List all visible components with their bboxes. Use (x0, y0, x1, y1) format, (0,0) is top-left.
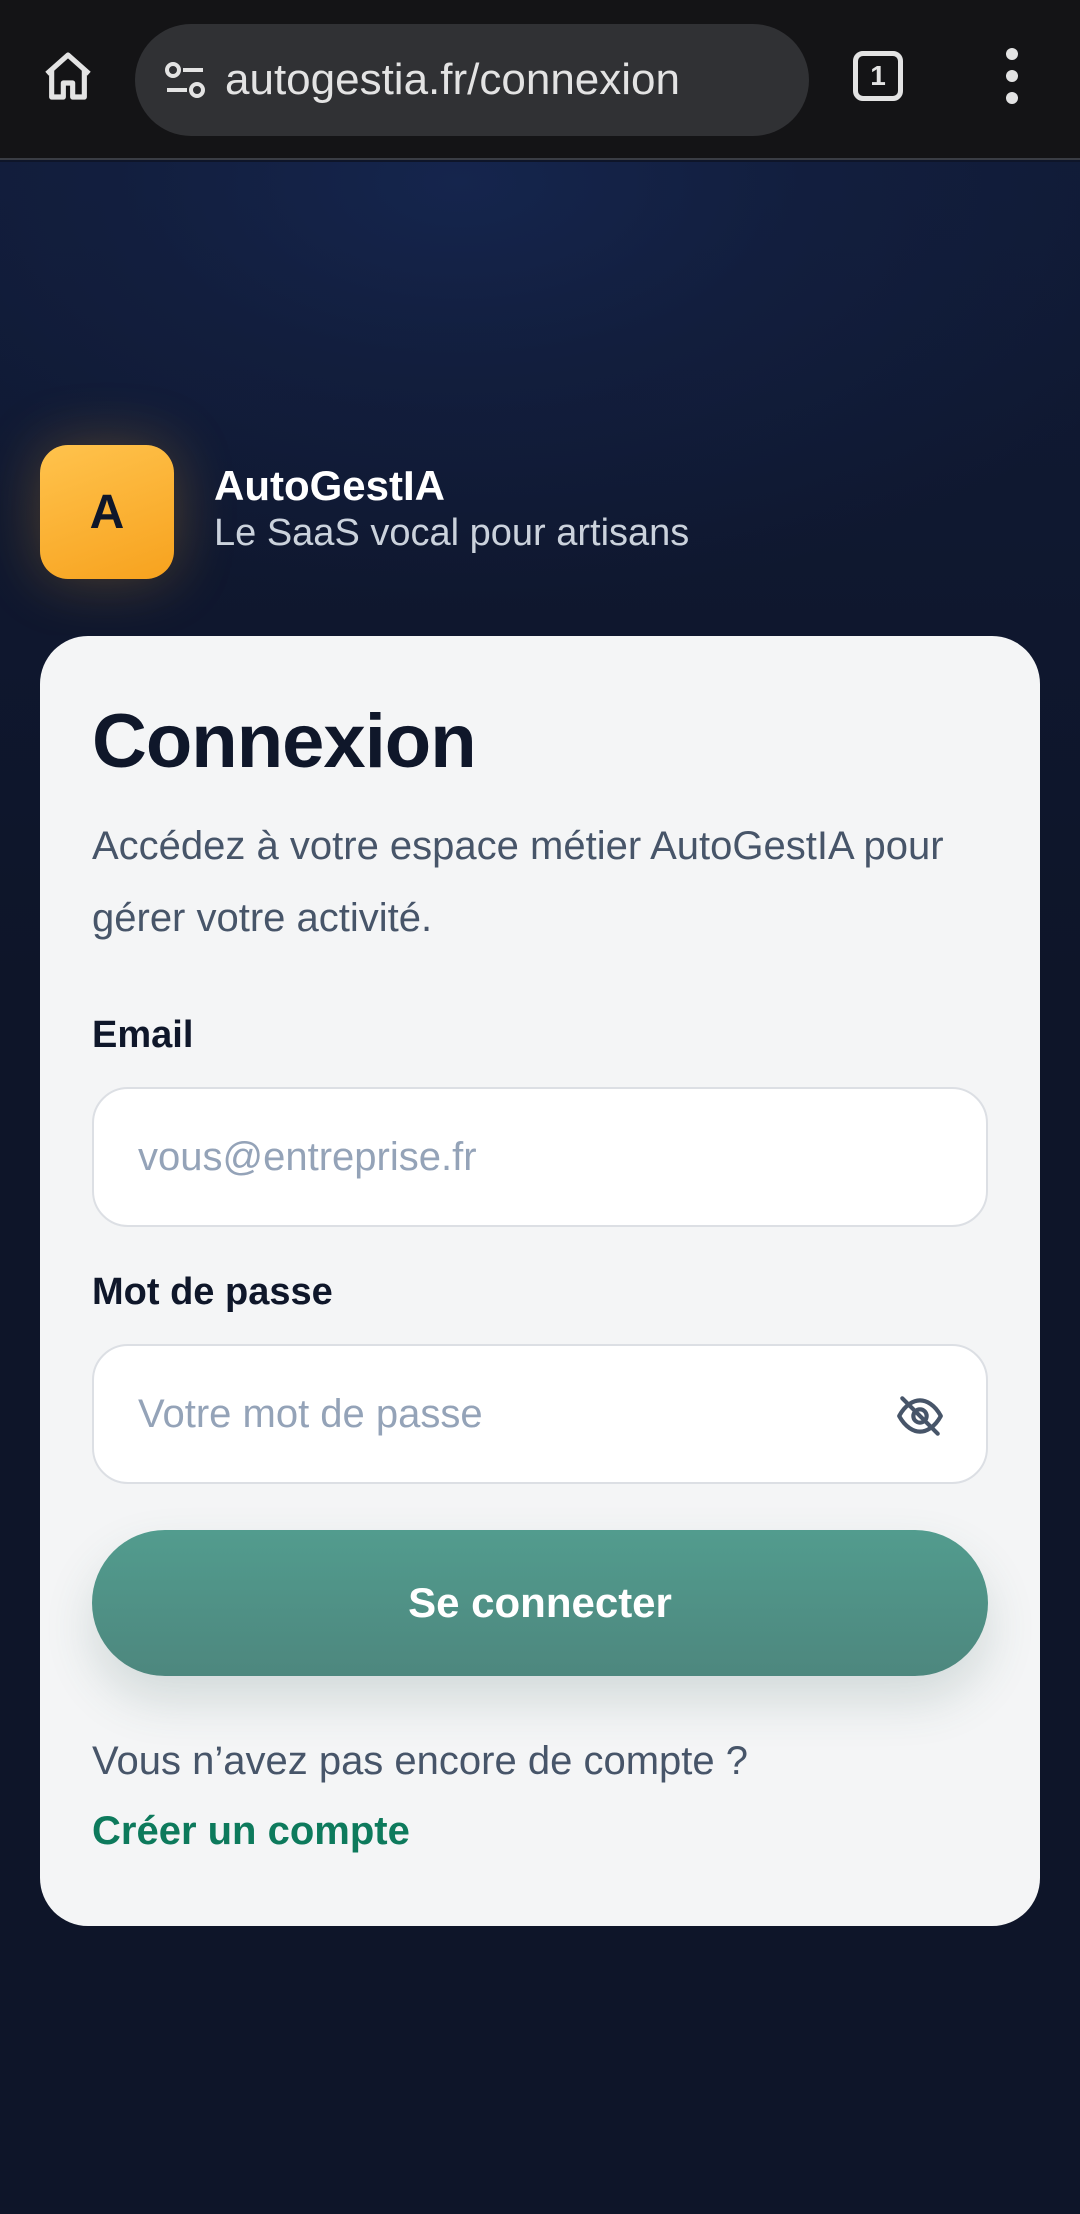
site-settings-icon[interactable] (155, 50, 215, 110)
email-field-container (92, 1087, 988, 1227)
home-icon (45, 52, 91, 100)
login-card: Connexion Accédez à votre espace métier … (40, 636, 1040, 1926)
address-bar[interactable]: autogestia.fr/connexion (135, 24, 809, 136)
browser-toolbar: autogestia.fr/connexion 1 (0, 0, 1080, 160)
brand-name: AutoGestIA (214, 462, 445, 509)
password-label: Mot de passe (92, 1271, 333, 1313)
brand-logo: A (40, 445, 174, 579)
password-field-container (92, 1344, 988, 1484)
tab-count: 1 (853, 51, 903, 101)
no-account-text: Vous n’avez pas encore de compte ? (92, 1739, 748, 1783)
browser-menu-button[interactable] (972, 36, 1052, 116)
page-subtitle: Accédez à votre espace métier AutoGestIA… (92, 824, 944, 940)
more-vertical-icon (1006, 48, 1018, 104)
url-text: autogestia.fr/connexion (225, 55, 680, 104)
email-field[interactable] (138, 1089, 898, 1225)
email-label: Email (92, 1014, 194, 1056)
brand-tagline: Le SaaS vocal pour artisans (214, 512, 690, 554)
page-title: Connexion (92, 699, 477, 784)
password-field[interactable] (138, 1346, 898, 1482)
home-button[interactable] (28, 36, 108, 116)
tab-switcher-button[interactable]: 1 (838, 36, 918, 116)
login-button[interactable]: Se connecter (92, 1530, 988, 1676)
show-password-toggle[interactable] (894, 1390, 946, 1442)
eye-off-icon (897, 1396, 943, 1436)
create-account-link[interactable]: Créer un compte (92, 1809, 410, 1854)
